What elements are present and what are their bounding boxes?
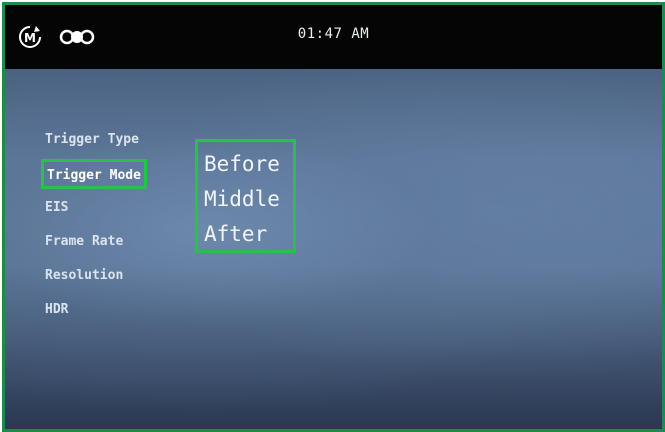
- menu-item-frame-rate[interactable]: Frame Rate: [45, 225, 147, 259]
- menu-item-hdr[interactable]: HDR: [45, 293, 147, 327]
- menu-item-resolution[interactable]: Resolution: [45, 259, 147, 293]
- menu-item-eis[interactable]: EIS: [45, 191, 147, 225]
- settings-menu-area: Trigger Type Trigger Mode EIS Frame Rate…: [5, 69, 662, 429]
- settings-menu: Trigger Type Trigger Mode EIS Frame Rate…: [41, 123, 147, 327]
- clock-time: 01:47 AM: [297, 26, 370, 42]
- option-after[interactable]: After: [204, 217, 293, 252]
- option-middle[interactable]: Middle: [204, 182, 293, 217]
- menu-item-trigger-type[interactable]: Trigger Type: [45, 123, 147, 157]
- option-before[interactable]: Before: [204, 147, 293, 182]
- menu-item-trigger-mode[interactable]: Trigger Mode: [41, 159, 147, 189]
- camera-screen-frame: M 01:47 AM Trigger Type Trigger Mode EIS…: [2, 2, 665, 432]
- status-bar: M 01:47 AM: [5, 5, 662, 69]
- trigger-mode-options: Before Middle After: [195, 139, 296, 253]
